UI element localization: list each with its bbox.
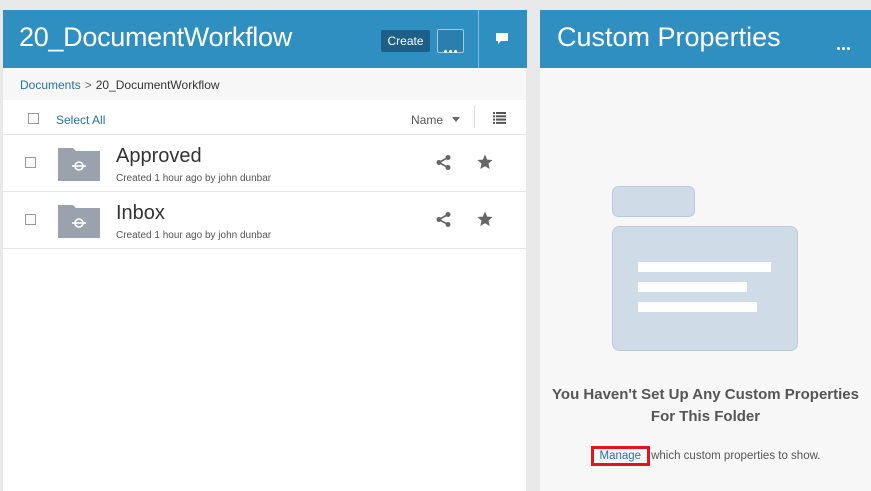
manage-link[interactable]: Manage [590,446,651,466]
star-icon[interactable] [477,211,493,227]
toolbar-divider [474,106,475,128]
list-item[interactable]: Approved Created 1 hour ago by john dunb… [3,135,526,192]
panel-title: Custom Properties [557,22,781,52]
document-list: Select All Name Approved Created 1 hour … [3,100,526,491]
sort-field-label[interactable]: Name [411,113,443,127]
breadcrumb: Documents >20_DocumentWorkflow [20,78,220,92]
list-toolbar: Select All Name [3,100,526,135]
more-icon[interactable] [837,37,852,55]
empty-heading-line1: You Haven't Set Up Any Custom Properties [552,386,859,403]
select-all-link[interactable]: Select All [56,113,105,127]
more-icon [444,40,459,58]
item-meta: Created 1 hour ago by john dunbar [116,230,272,241]
folder-header: 20_DocumentWorkflow Create [3,10,527,68]
breadcrumb-current: 20_DocumentWorkflow [95,78,220,92]
share-icon[interactable] [436,212,451,227]
item-meta: Created 1 hour ago by john dunbar [116,173,272,184]
list-view-icon[interactable] [493,112,506,124]
breadcrumb-separator: > [84,78,92,92]
share-icon[interactable] [436,155,451,170]
star-icon[interactable] [477,154,493,170]
sort-dropdown-icon[interactable] [452,117,460,122]
custom-properties-header: Custom Properties [540,10,871,68]
item-name[interactable]: Inbox [116,202,165,225]
empty-heading-line2: For This Folder [650,408,761,425]
comments-button[interactable] [478,10,527,68]
chat-icon [496,33,508,44]
item-checkbox[interactable] [25,214,36,225]
create-button[interactable]: Create [381,30,430,52]
custom-properties-panel: Custom Properties You Haven't Set Up Any… [540,10,871,491]
folder-actions-button[interactable] [437,29,464,53]
shared-folder-icon [58,205,100,238]
empty-state-heading: You Haven't Set Up Any Custom Properties… [540,384,871,428]
list-item[interactable]: Inbox Created 1 hour ago by john dunbar [3,192,526,249]
breadcrumb-documents[interactable]: Documents [20,78,81,92]
manage-hint: Manage which custom properties to show. [540,446,871,466]
manage-hint-text: which custom properties to show. [651,450,821,462]
shared-folder-icon [58,148,100,181]
item-checkbox[interactable] [25,157,36,168]
empty-folder-illustration [612,186,798,351]
item-name[interactable]: Approved [116,145,202,168]
select-all-checkbox[interactable] [28,113,39,124]
folder-title: 20_DocumentWorkflow [19,22,292,52]
